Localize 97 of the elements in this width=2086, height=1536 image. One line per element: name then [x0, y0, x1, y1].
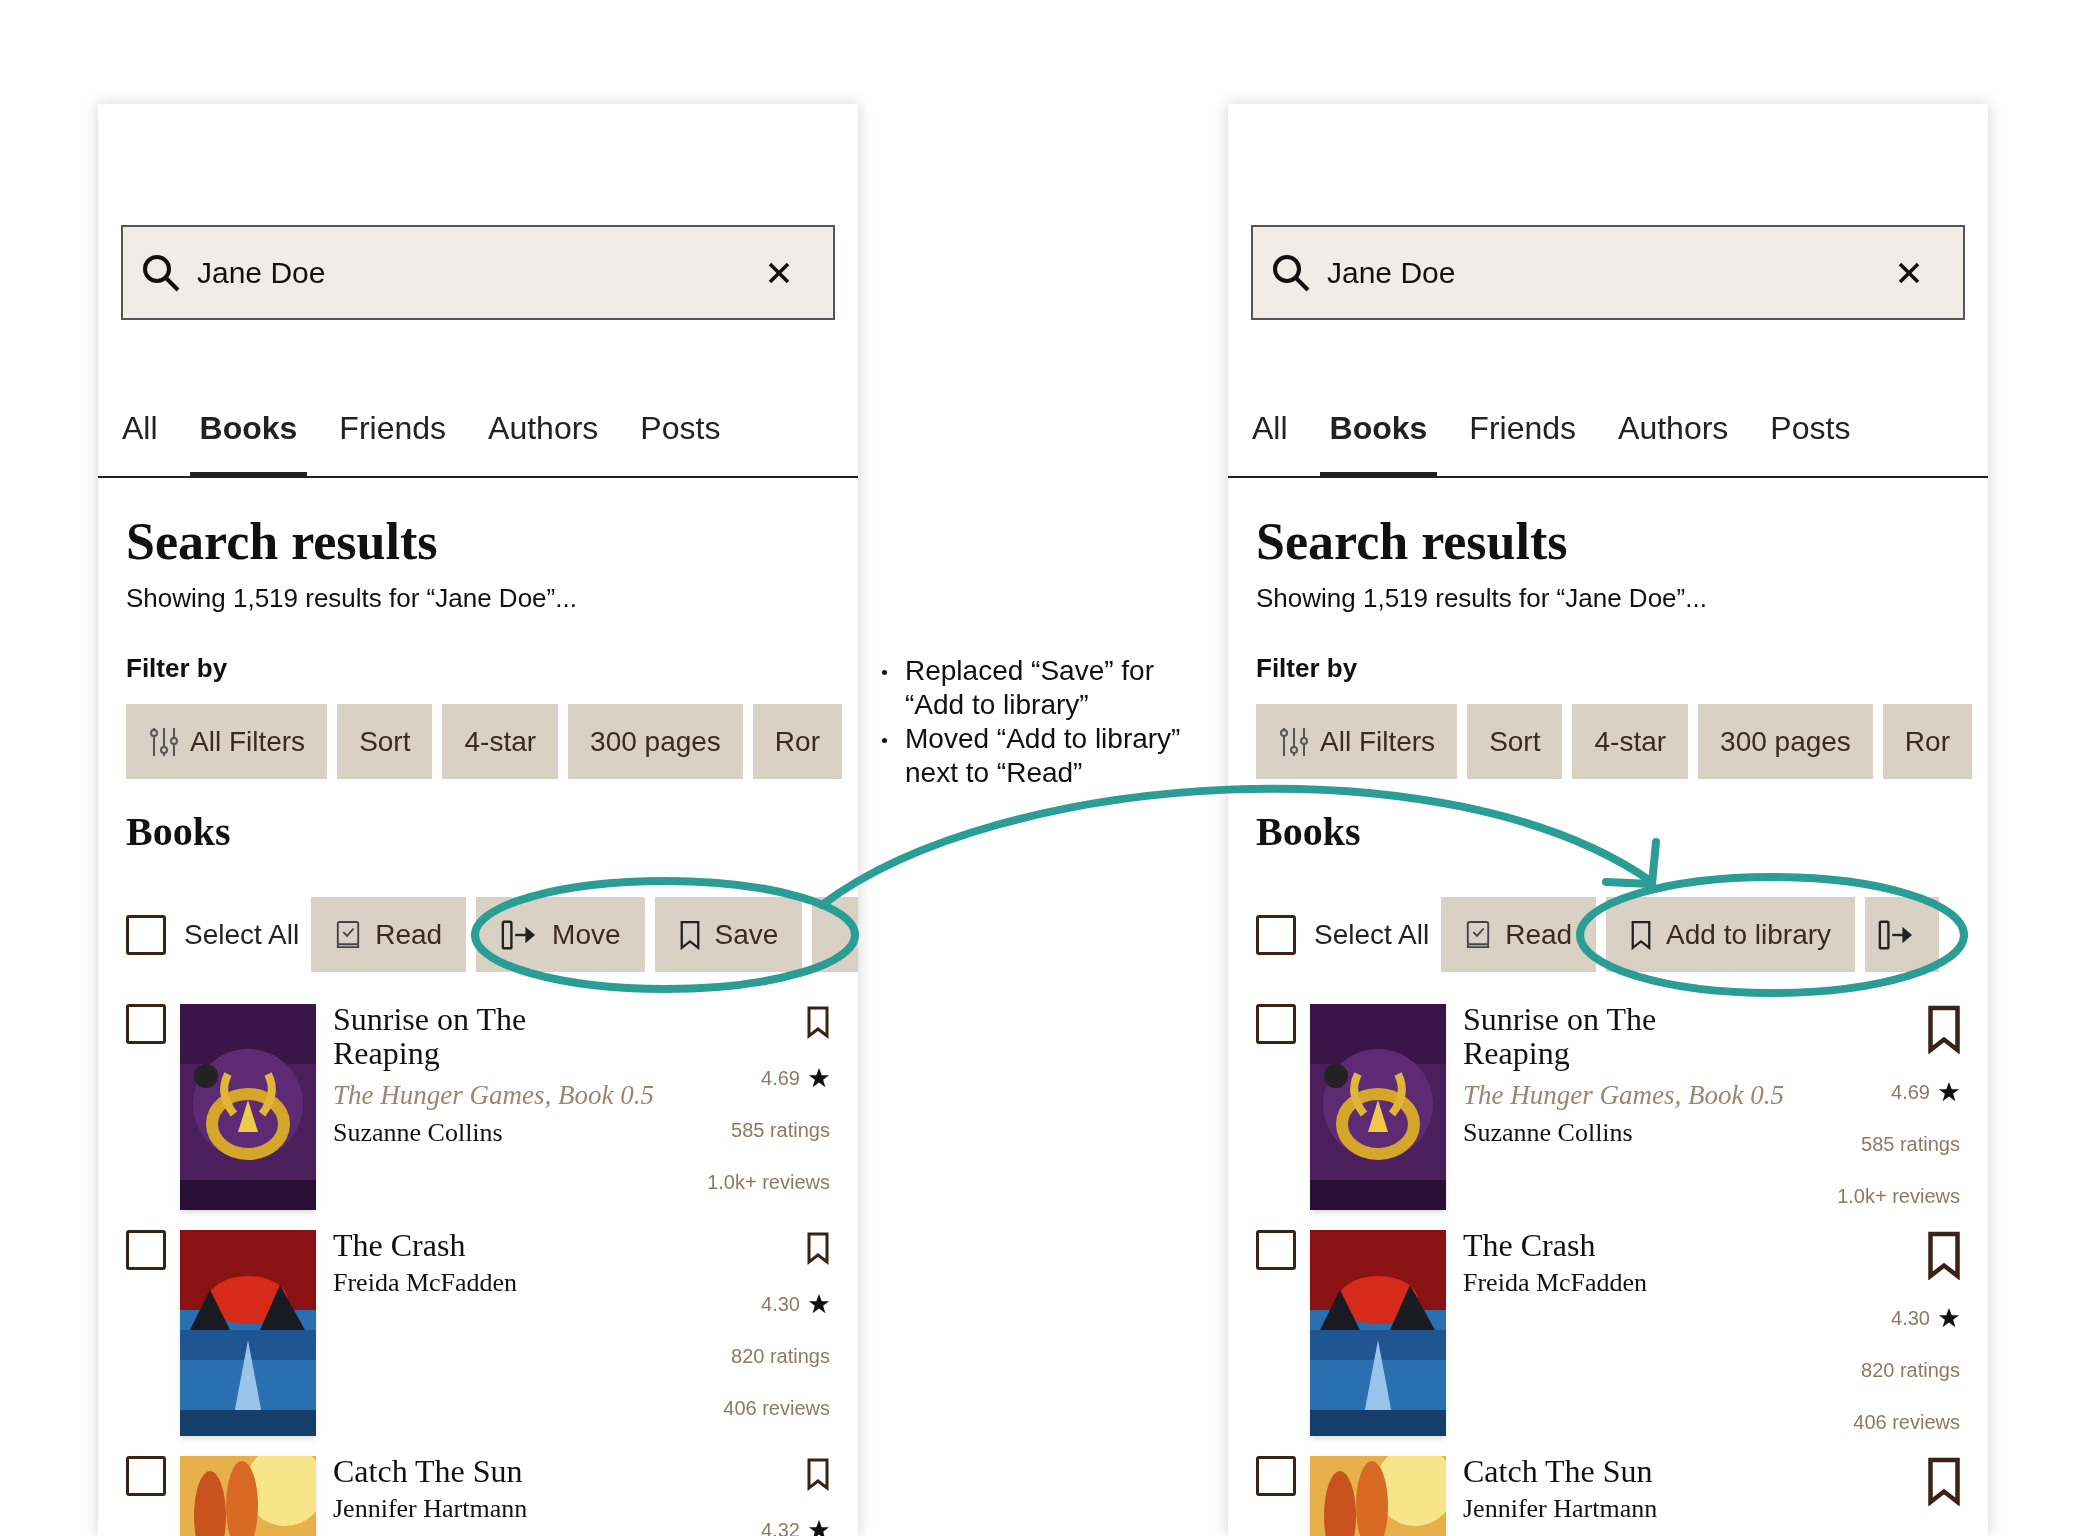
filter-chip[interactable]: Ror — [752, 704, 842, 779]
section-heading: Books — [126, 808, 232, 856]
checkbox[interactable] — [1256, 1230, 1296, 1270]
star-icon — [1938, 1307, 1960, 1329]
filter-chip[interactable]: All Filters — [126, 704, 328, 779]
filter-chip[interactable]: 300 pages — [568, 704, 743, 779]
rating-value: 4.30 — [1891, 1306, 1930, 1331]
ratings-count: 585 ratings — [1861, 1132, 1960, 1157]
reviews-count: 1.0k+ reviews — [707, 1170, 830, 1195]
bookmark-icon[interactable] — [1926, 1456, 1962, 1506]
ratings-count: 820 ratings — [1861, 1358, 1960, 1383]
page-heading: Search results — [126, 512, 439, 572]
book-title: Sunrise on The Reaping — [333, 1002, 528, 1070]
tab[interactable]: Books — [189, 408, 308, 476]
close-icon[interactable] — [1897, 260, 1921, 285]
search-query: Jane Doe — [197, 255, 326, 291]
filter-label: Filter by — [126, 652, 229, 685]
ratings-count: 585 ratings — [731, 1118, 830, 1143]
search-query: Jane Doe — [1327, 255, 1456, 291]
tab[interactable]: Authors — [478, 408, 609, 476]
reviews-count: 406 reviews — [723, 1396, 830, 1421]
search-field[interactable]: Jane Doe — [1251, 225, 1965, 320]
rating-value: 4.69 — [761, 1066, 800, 1091]
note-text: Replaced “Save” for “Add to library” — [905, 654, 1155, 722]
filter-chip[interactable]: 300 pages — [1698, 704, 1873, 779]
page-heading: Search results — [1256, 512, 1569, 572]
filter-chip[interactable]: All Filters — [1256, 704, 1458, 779]
action-chip[interactable]: Move — [476, 897, 645, 972]
tab[interactable]: All — [112, 408, 168, 476]
checkbox[interactable] — [126, 1004, 166, 1044]
star-icon — [808, 1293, 830, 1315]
search-icon — [141, 252, 181, 293]
action-chip[interactable]: Save — [654, 897, 803, 972]
bookmark-icon[interactable] — [806, 1004, 830, 1040]
book-title: Catch The Sun — [1463, 1454, 1654, 1488]
close-icon[interactable] — [767, 260, 791, 285]
results-summary: Showing 1,519 results for “Jane Doe”... — [1256, 582, 1708, 615]
search-icon — [1271, 252, 1311, 293]
filter-chip[interactable]: Sort — [1467, 704, 1563, 779]
star-icon — [808, 1067, 830, 1089]
filter-chip[interactable]: 4-star — [442, 704, 559, 779]
checkbox[interactable] — [1256, 1456, 1296, 1496]
tab[interactable]: Posts — [630, 408, 731, 476]
tab[interactable]: All — [1242, 408, 1298, 476]
filter-chip[interactable]: Sort — [337, 704, 433, 779]
checkbox[interactable] — [126, 1230, 166, 1270]
tab[interactable]: Authors — [1608, 408, 1739, 476]
author-name: Suzanne Collins — [333, 1117, 504, 1149]
filter-chip[interactable]: Ror — [1882, 704, 1972, 779]
bookmark-icon[interactable] — [1926, 1230, 1962, 1280]
star-icon — [808, 1519, 830, 1536]
reviews-count: 1.0k+ reviews — [1837, 1184, 1960, 1209]
author-name: Freida McFadden — [1463, 1267, 1649, 1299]
author-name: Suzanne Collins — [1463, 1117, 1634, 1149]
series-name: The Hunger Games, Book 0.5 — [1463, 1079, 1785, 1112]
checkbox[interactable] — [1256, 914, 1296, 955]
search-field[interactable]: Jane Doe — [121, 225, 835, 320]
results-summary: Showing 1,519 results for “Jane Doe”... — [126, 582, 578, 615]
bookmark-icon[interactable] — [806, 1230, 830, 1266]
checkbox[interactable] — [126, 1456, 166, 1496]
checked-book-icon — [1465, 919, 1492, 950]
book-title: The Crash — [1463, 1228, 1597, 1262]
action-chip[interactable] — [1865, 897, 1940, 972]
author-name: Jennifer Hartmann — [333, 1493, 529, 1525]
filter-label: Filter by — [1256, 652, 1359, 685]
rating-value: 4.30 — [761, 1292, 800, 1317]
book-title: Sunrise on The Reaping — [1463, 1002, 1658, 1070]
note-text: Moved “Add to library” next to “Read” — [905, 722, 1182, 790]
author-name: Jennifer Hartmann — [1463, 1493, 1659, 1525]
reviews-count: 406 reviews — [1853, 1410, 1960, 1435]
book-title: Catch The Sun — [333, 1454, 524, 1488]
tab[interactable]: Books — [1319, 408, 1438, 476]
action-chip[interactable]: Add to library — [1606, 897, 1856, 972]
bookmark-icon[interactable] — [1926, 1004, 1962, 1054]
rating-value: 4.69 — [1891, 1080, 1930, 1105]
star-icon — [1938, 1081, 1960, 1103]
select-all-label: Select All — [1314, 917, 1430, 952]
bookmark-icon — [1630, 919, 1653, 950]
checked-book-icon — [335, 919, 362, 950]
action-chip[interactable]: Read — [311, 897, 467, 972]
series-name: The Hunger Games, Book 0.5 — [333, 1079, 655, 1112]
book-title: The Crash — [333, 1228, 467, 1262]
select-all-label: Select All — [184, 917, 300, 952]
action-chip[interactable]: Read — [1441, 897, 1597, 972]
bookmark-icon[interactable] — [806, 1456, 830, 1492]
ratings-count: 820 ratings — [731, 1344, 830, 1369]
checkbox[interactable] — [126, 914, 166, 955]
section-heading: Books — [1256, 808, 1362, 856]
sliders-icon — [1278, 725, 1310, 758]
bookmark-icon — [678, 919, 701, 950]
sliders-icon — [148, 725, 180, 758]
tab[interactable]: Friends — [1459, 408, 1587, 476]
checkbox[interactable] — [1256, 1004, 1296, 1044]
tab[interactable]: Friends — [329, 408, 457, 476]
author-name: Freida McFadden — [333, 1267, 519, 1299]
tab[interactable]: Posts — [1760, 408, 1861, 476]
filter-chip[interactable]: 4-star — [1572, 704, 1689, 779]
